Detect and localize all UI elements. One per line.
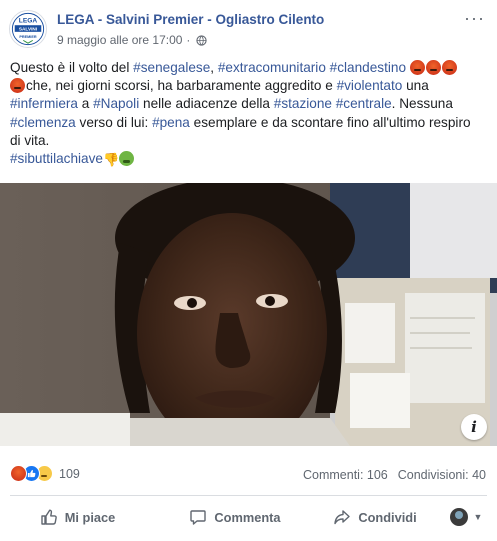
post-message: Questo è il volto del #senegalese, #extr…: [10, 59, 490, 169]
comment-label: Commenta: [214, 509, 281, 525]
hashtag-link[interactable]: #sibuttilachiave: [10, 151, 103, 166]
info-icon[interactable]: i: [461, 414, 487, 440]
hashtag-link[interactable]: #Napoli: [93, 96, 139, 111]
post-line: #infermiera a #Napoli nelle adiacenze de…: [10, 96, 453, 112]
post-meta: 9 maggio alle ore 17:00 ·: [57, 33, 208, 47]
viewer-avatar: [449, 508, 468, 526]
hashtag-link[interactable]: #pena: [152, 115, 190, 130]
caret-down-icon: ▼: [473, 512, 483, 522]
post-line: Questo è il volto del #senegalese, #extr…: [10, 59, 490, 77]
post-actions: Mi piace Commenta Condividi ▼: [0, 497, 497, 537]
portrait-image: [0, 183, 497, 446]
post-timestamp[interactable]: 9 maggio alle ore 17:00: [57, 33, 182, 47]
meta-separator: ·: [186, 33, 191, 47]
hashtag-link[interactable]: #stazione: [274, 96, 332, 111]
more-options-icon[interactable]: ···: [464, 8, 485, 29]
thumbs-up-icon: [41, 509, 57, 525]
svg-text:PREMIER: PREMIER: [19, 35, 36, 39]
comments-count-link[interactable]: Commenti: 106: [303, 468, 388, 482]
globe-icon[interactable]: [196, 34, 208, 46]
like-label: Mi piace: [64, 509, 116, 525]
angry-reaction-icon: [10, 465, 27, 482]
post-photo[interactable]: i: [0, 183, 497, 446]
post-header: LEGA SALVINI PREMIER LEGA - Salvini Prem…: [0, 0, 497, 56]
lega-logo: LEGA SALVINI PREMIER: [10, 11, 46, 47]
page-avatar[interactable]: LEGA SALVINI PREMIER: [9, 10, 47, 48]
angry-emoji-icon: [409, 60, 425, 75]
angry-emoji-icon: [10, 78, 25, 94]
hashtag-link[interactable]: #clandestino: [330, 60, 406, 75]
hashtag-link[interactable]: #centrale: [336, 96, 392, 111]
svg-text:LEGA: LEGA: [19, 17, 38, 24]
nauseated-emoji-icon: [119, 151, 135, 167]
post-line: che, nei giorni scorsi, ha barbaramente …: [10, 77, 490, 95]
thumbs-down-emoji-icon: 👎: [102, 152, 120, 168]
hashtag-link[interactable]: #violentato: [337, 78, 403, 93]
share-label: Condividi: [358, 509, 417, 525]
svg-text:SALVINI: SALVINI: [19, 27, 37, 33]
angry-emoji-icon: [425, 60, 441, 75]
divider: [10, 495, 487, 496]
reaction-count: 109: [59, 466, 80, 481]
share-icon: [334, 510, 351, 525]
hashtag-link[interactable]: #clemenza: [10, 115, 76, 130]
share-button[interactable]: Condividi: [315, 499, 435, 535]
hashtag-link[interactable]: #senegalese: [133, 60, 210, 75]
page-name-link[interactable]: LEGA - Salvini Premier - Ogliastro Cilen…: [57, 12, 324, 27]
audience-selector[interactable]: ▼: [435, 499, 497, 535]
comment-button[interactable]: Commenta: [155, 499, 315, 535]
like-button[interactable]: Mi piace: [0, 499, 155, 535]
post-stats: Commenti: 106 Condivisioni: 40: [303, 468, 486, 482]
post-line: #sibuttilachiave👎: [10, 150, 490, 169]
hashtag-link[interactable]: #extracomunitario: [218, 60, 326, 75]
angry-emoji-icon: [441, 60, 457, 75]
post-line: di vita.: [10, 132, 50, 148]
hashtag-link[interactable]: #infermiera: [10, 96, 78, 111]
reactions-summary[interactable]: 109: [10, 465, 80, 482]
comment-icon: [190, 510, 207, 525]
thumbs-up-icon: [27, 469, 36, 478]
post-line: #clemenza verso di lui: #pena esemplare …: [10, 114, 471, 130]
shares-count-link[interactable]: Condivisioni: 40: [398, 468, 486, 482]
